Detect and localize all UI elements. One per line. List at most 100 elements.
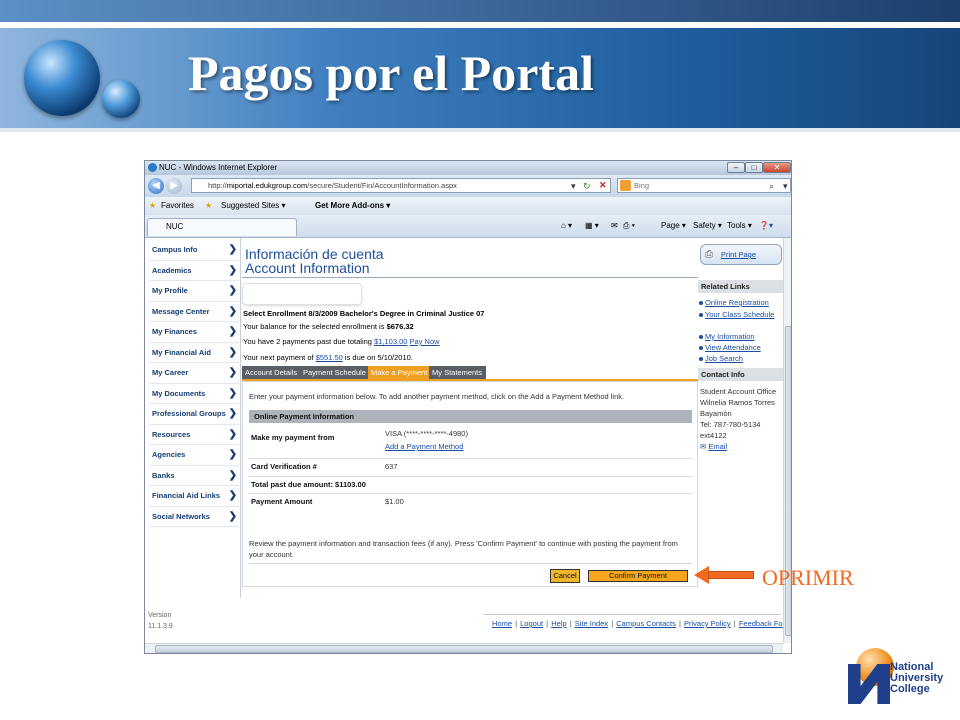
globe-large-icon (24, 40, 100, 116)
refresh-icon[interactable]: ↻ (583, 179, 591, 193)
tab-account-details[interactable]: Account Details (242, 366, 300, 379)
search-options-icon[interactable]: ▾ (783, 179, 788, 193)
nav-item-campus-info[interactable]: Campus Info ❯ (149, 240, 239, 261)
total-past-due-label: Total past due amount: $1103.00 (251, 480, 366, 489)
web-page: Campus Info ❯ Academics ❯ My Profile ❯ Mess… (145, 238, 791, 643)
chevron-right-icon: ❯ (228, 346, 237, 358)
minimize-button[interactable]: – (727, 162, 745, 173)
nav-item-social-networks[interactable]: Social Networks ❯ (149, 507, 239, 527)
related-link-class-schedule[interactable]: Your Class Schedule (699, 309, 775, 320)
favorites-button[interactable]: Favorites (161, 197, 194, 215)
url-host: miportal.edukgroup.com (226, 181, 308, 190)
footer-link-privacy-policy[interactable]: Privacy Policy (684, 619, 731, 628)
nav-item-agencies[interactable]: Agencies ❯ (149, 445, 239, 466)
related-link-label: Job Search (705, 354, 743, 363)
tab-payment-schedule[interactable]: Payment Schedule (300, 366, 368, 379)
email-label: Email (708, 442, 728, 451)
tab-my-statements[interactable]: My Statements (429, 366, 486, 379)
payment-method-select[interactable]: VISA (****-****-****-4980) (385, 429, 468, 438)
past-due-amount-link[interactable]: $1,103.00 (374, 337, 407, 346)
nav-item-my-career[interactable]: My Career ❯ (149, 363, 239, 384)
related-link-label: Your Class Schedule (705, 310, 775, 319)
forward-button[interactable]: ▶ (166, 178, 182, 194)
next-payment-due: is due on 5/10/2010. (344, 353, 413, 362)
related-link-view-attendance[interactable]: View Attendance (699, 342, 761, 353)
payment-intro: Enter your payment information below. To… (249, 392, 625, 401)
feeds-icon[interactable]: ▦ ▾ (585, 215, 599, 237)
chevron-right-icon: ❯ (228, 387, 237, 399)
footer-link-logout[interactable]: Logout (520, 619, 543, 628)
add-favorites-icon[interactable]: ★ (205, 197, 212, 215)
nav-label: My Career (152, 368, 189, 377)
footer-link-help[interactable]: Help (551, 619, 566, 628)
nav-item-resources[interactable]: Resources ❯ (149, 425, 239, 445)
print-icon[interactable]: ⎙ ▾ (623, 215, 635, 237)
nav-item-financial-aid-links[interactable]: Financial Aid Links ❯ (149, 486, 239, 507)
nav-item-professional-groups[interactable]: Professional Groups ❯ (149, 404, 239, 425)
mail-icon[interactable]: ✉ (611, 215, 618, 237)
help-icon[interactable]: ❓▾ (759, 215, 773, 237)
tab-make-a-payment[interactable]: Make a Payment (368, 366, 429, 379)
search-icon[interactable]: ⌕ (769, 179, 774, 193)
nav-item-message-center[interactable]: Message Center ❯ (149, 302, 239, 322)
horizontal-scroll-thumb[interactable] (155, 645, 773, 653)
cancel-button[interactable]: Cancel (550, 569, 580, 583)
next-payment-amount-link[interactable]: $551.50 (316, 353, 343, 362)
browser-titlebar: NUC - Windows Internet Explorer – □ ✕ (145, 161, 791, 175)
heading-english: Account Information (245, 260, 370, 276)
suggested-sites-link[interactable]: Suggested Sites ▾ (221, 197, 286, 215)
related-link-job-search[interactable]: Job Search (699, 353, 743, 364)
heading-rule (242, 277, 698, 278)
nav-label: Academics (152, 265, 192, 275)
address-input[interactable]: http://miportal.edukgroup.com/secure/Stu… (191, 178, 611, 193)
nav-item-my-finances[interactable]: My Finances ❯ (149, 322, 239, 343)
enrollment-selector[interactable]: Select Enrollment 8/3/2009 Bachelor's De… (243, 309, 484, 318)
related-link-online-registration[interactable]: Online Registration (699, 297, 769, 308)
next-payment-line: Your next payment of $551.50 is due on 5… (243, 353, 413, 362)
section-header: Online Payment Information (249, 410, 692, 423)
maximize-button[interactable]: □ (745, 162, 763, 173)
nav-item-academics[interactable]: Academics ❯ (149, 261, 239, 281)
globe-small-icon (102, 80, 140, 118)
footer-link-home[interactable]: Home (492, 619, 512, 628)
print-page-button[interactable]: ⎙ Print Page (700, 244, 782, 265)
payment-amount-input[interactable]: $1.00 (385, 497, 404, 506)
related-link-my-information[interactable]: My Information (699, 331, 755, 342)
safety-menu[interactable]: Safety ▾ (693, 215, 722, 237)
pay-now-link[interactable]: Pay Now (410, 337, 440, 346)
footer-link-campus-contacts[interactable]: Campus Contacts (616, 619, 676, 628)
tab-bar: NUC ⌂ ▾ ▦ ▾ ✉ ⎙ ▾ Page ▾ Safety ▾ Tools … (145, 215, 791, 238)
footer-link-site-index[interactable]: Site Index (575, 619, 608, 628)
confirm-payment-button[interactable]: Confirm Payment (588, 570, 688, 582)
nav-label: Financial Aid Links (152, 491, 221, 500)
contact-info: Student Account Office Wilnelia Ramos To… (700, 386, 776, 452)
nav-item-my-financial-aid[interactable]: My Financial Aid ❯ (149, 343, 239, 363)
get-addons-link[interactable]: Get More Add-ons ▾ (315, 197, 390, 215)
nav-item-my-profile[interactable]: My Profile ❯ (149, 281, 239, 302)
bullet-icon (699, 357, 703, 361)
close-window-button[interactable]: ✕ (763, 162, 791, 173)
card-verification-input[interactable]: 637 (385, 462, 398, 471)
contact-line: Wilnelia Ramos Torres (700, 398, 775, 407)
page-menu[interactable]: Page ▾ (661, 215, 686, 237)
tools-menu[interactable]: Tools ▾ (727, 215, 752, 237)
home-icon[interactable]: ⌂ ▾ (561, 215, 572, 237)
address-dropdown-icon[interactable]: ▾ (571, 179, 576, 193)
email-link[interactable]: ✉ Email (700, 441, 776, 452)
nav-label: Resources (152, 429, 191, 439)
search-input[interactable]: Bing (617, 178, 791, 193)
nav-item-my-documents[interactable]: My Documents ❯ (149, 384, 239, 404)
header-top-band (0, 0, 960, 22)
left-nav: Campus Info ❯ Academics ❯ My Profile ❯ Mess… (149, 240, 239, 527)
related-link-label: View Attendance (705, 343, 761, 352)
browser-tab[interactable]: NUC (147, 218, 297, 236)
contact-line: ext4122 (700, 431, 727, 440)
back-button[interactable]: ◀ (148, 178, 164, 194)
horizontal-scrollbar[interactable] (145, 643, 783, 653)
stop-icon[interactable]: ✕ (599, 178, 607, 192)
nav-item-banks[interactable]: Banks ❯ (149, 466, 239, 486)
related-link-label: Online Registration (705, 298, 769, 307)
nav-label: My Documents (152, 388, 206, 398)
add-payment-method-link[interactable]: Add a Payment Method (385, 442, 463, 451)
blank-panel (242, 283, 362, 305)
